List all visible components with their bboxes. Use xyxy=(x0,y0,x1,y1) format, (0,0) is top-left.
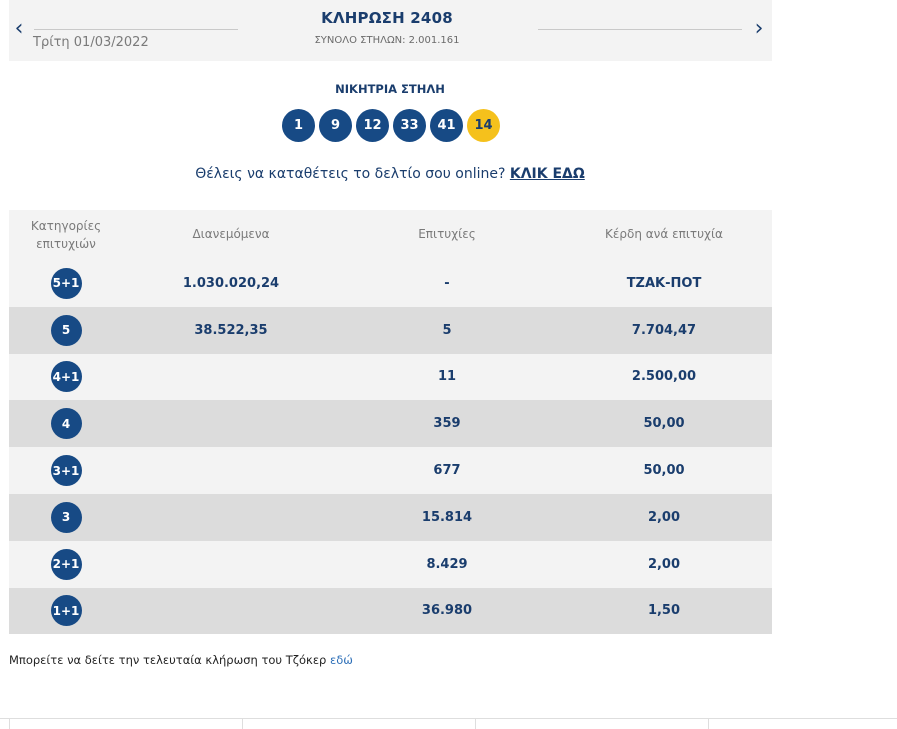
header-category-line2: επιτυχιών xyxy=(36,237,96,251)
footer-text: Μπορείτε να δείτε την τελευταία κλήρωση … xyxy=(9,653,327,667)
distributed-cell xyxy=(131,588,331,635)
category-badge: 2+1 xyxy=(50,548,82,580)
draw-title: ΚΛΗΡΩΣΗ 2408 xyxy=(321,9,453,27)
winners-cell: 15.814 xyxy=(421,509,473,525)
prize-cell: 7.704,47 xyxy=(631,322,697,338)
bottom-tick xyxy=(708,719,709,729)
number-ball: 9 xyxy=(319,109,352,142)
table-row: 2+1 8.429 2,00 xyxy=(9,540,772,588)
winning-column-label: ΝΙΚΗΤΡΙΑ ΣΤΗΛΗ xyxy=(335,82,445,96)
header-winners: Επιτυχίες xyxy=(418,227,476,241)
prize-cell: 1,50 xyxy=(647,603,681,619)
number-ball: 1 xyxy=(282,109,315,142)
prize-cell: 2.500,00 xyxy=(631,369,697,385)
category-badge: 3+1 xyxy=(50,455,82,487)
distributed-cell: 1.030.020,24 xyxy=(182,275,280,291)
online-promo: Θέλεις να καταθέτεις το δελτίο σου onlin… xyxy=(0,166,780,182)
table-row: 4+1 11 2.500,00 xyxy=(9,353,772,401)
table-row: 3 15.814 2,00 xyxy=(9,493,772,541)
promo-text: Θέλεις να καταθέτεις το δελτίο σου onlin… xyxy=(195,166,506,182)
winners-cell: 677 xyxy=(433,463,461,479)
prize-table: Κατηγορίες επιτυχιών Διανεμόμενα Επιτυχί… xyxy=(9,210,772,635)
table-header: Κατηγορίες επιτυχιών Διανεμόμενα Επιτυχί… xyxy=(9,210,772,260)
header-category: Κατηγορίες επιτυχιών xyxy=(26,217,106,253)
chevron-left-icon[interactable]: ‹ xyxy=(9,14,29,44)
total-columns: ΣΥΝΟΛΟ ΣΤΗΛΩΝ: 2.001.161 xyxy=(314,35,460,46)
winners-cell: - xyxy=(444,275,450,291)
prize-cell: 2,00 xyxy=(647,556,681,572)
draw-header: ‹ ΚΛΗΡΩΣΗ 2408 ΣΥΝΟΛΟ ΣΤΗΛΩΝ: 2.001.161 … xyxy=(9,0,772,61)
winners-cell: 8.429 xyxy=(426,556,468,572)
header-divider-left xyxy=(34,29,238,30)
category-badge: 5 xyxy=(50,314,82,346)
bottom-tick xyxy=(9,719,10,729)
category-badge: 5+1 xyxy=(50,267,82,299)
table-row: 3+1 677 50,00 xyxy=(9,447,772,494)
distributed-cell xyxy=(131,354,331,401)
winners-cell: 5 xyxy=(442,322,452,338)
prize-cell: 50,00 xyxy=(643,416,685,432)
chevron-right-icon[interactable]: › xyxy=(749,14,769,44)
promo-link[interactable]: ΚΛΙΚ ΕΔΩ xyxy=(510,166,585,182)
prize-cell: 2,00 xyxy=(647,509,681,525)
table-row: 5 38.522,35 5 7.704,47 xyxy=(9,306,772,354)
table-row: 1+1 36.980 1,50 xyxy=(9,587,772,635)
prize-cell: ΤΖΑΚ-ΠΟΤ xyxy=(626,275,702,291)
bottom-tick xyxy=(242,719,243,729)
category-badge: 1+1 xyxy=(50,595,82,627)
bottom-tick xyxy=(475,719,476,729)
winners-cell: 359 xyxy=(433,416,461,432)
category-badge: 4+1 xyxy=(50,361,82,393)
table-row: 4 359 50,00 xyxy=(9,400,772,448)
number-ball: 33 xyxy=(393,109,426,142)
draw-date: Τρίτη 01/03/2022 xyxy=(33,35,149,50)
header-divider-right xyxy=(538,29,742,30)
category-badge: 4 xyxy=(50,408,82,440)
distributed-cell xyxy=(131,447,331,494)
distributed-cell: 38.522,35 xyxy=(194,322,268,338)
number-ball: 41 xyxy=(430,109,463,142)
header-distributed: Διανεμόμενα xyxy=(192,227,270,241)
number-ball: 12 xyxy=(356,109,389,142)
distributed-cell xyxy=(131,494,331,541)
distributed-cell xyxy=(131,541,331,588)
header-category-line1: Κατηγορίες xyxy=(30,219,102,233)
joker-last-draw-note: Μπορείτε να δείτε την τελευταία κλήρωση … xyxy=(9,653,353,667)
footer-link[interactable]: εδώ xyxy=(330,653,353,667)
prize-cell: 50,00 xyxy=(643,463,685,479)
category-badge: 3 xyxy=(50,501,82,533)
winners-cell: 11 xyxy=(437,369,457,385)
winners-cell: 36.980 xyxy=(421,603,473,619)
bottom-divider xyxy=(0,718,897,719)
header-prize: Κέρδη ανά επιτυχία xyxy=(605,227,723,241)
joker-ball: 14 xyxy=(467,109,500,142)
distributed-cell xyxy=(131,400,331,447)
winning-numbers: 1 9 12 33 41 14 xyxy=(282,109,500,142)
table-row: 5+1 1.030.020,24 - ΤΖΑΚ-ΠΟΤ xyxy=(9,260,772,307)
